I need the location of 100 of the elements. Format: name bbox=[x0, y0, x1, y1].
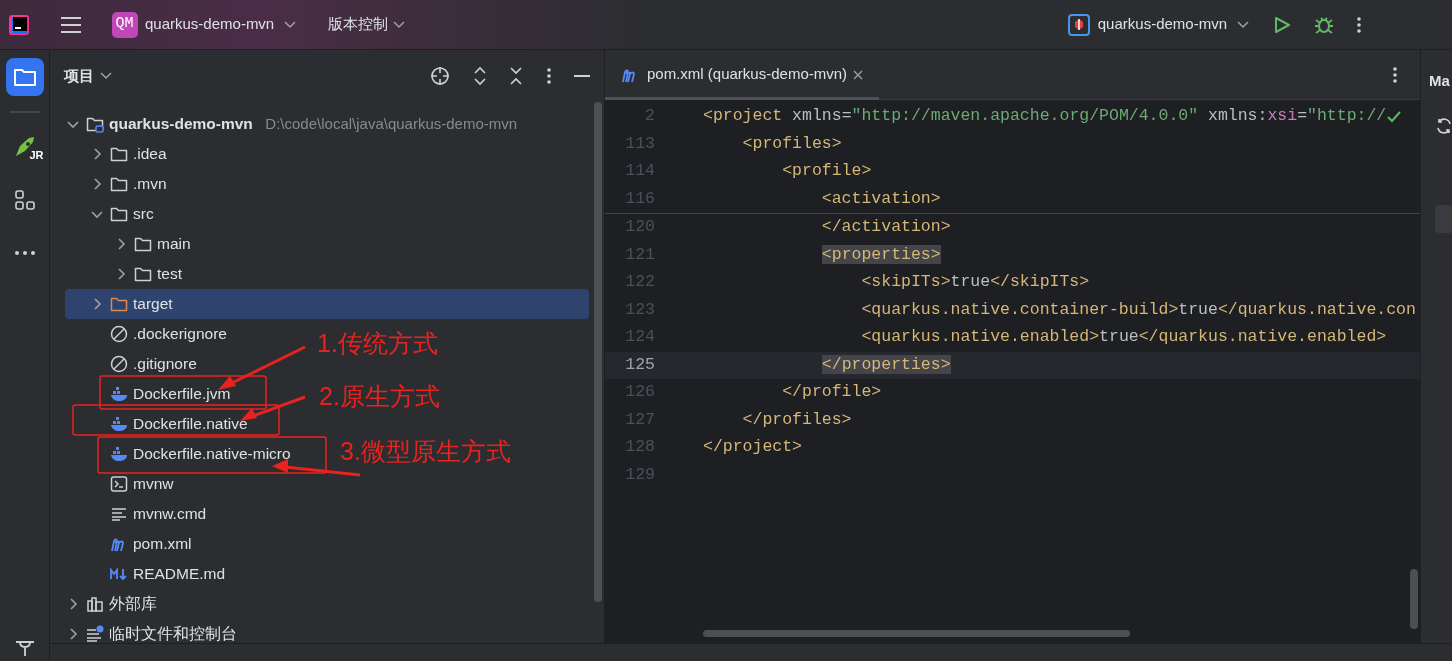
locate-button[interactable] bbox=[430, 66, 450, 86]
item-label: .dockerignore bbox=[133, 324, 227, 345]
item-label: mvnw.cmd bbox=[133, 504, 207, 525]
forbidden-icon bbox=[110, 325, 128, 343]
more-button[interactable] bbox=[1356, 15, 1362, 34]
project-tool-button[interactable] bbox=[5, 57, 44, 96]
tree-item[interactable]: target bbox=[65, 289, 589, 319]
scrollbar[interactable] bbox=[594, 102, 602, 602]
code-line: <skipITs>true</skipITs> bbox=[860, 271, 1090, 294]
chevron-right-icon[interactable] bbox=[91, 178, 103, 190]
project-selector[interactable]: QM quarkus-demo-mvn bbox=[111, 11, 298, 38]
item-label: main bbox=[157, 234, 191, 255]
chevron-right-icon[interactable] bbox=[115, 238, 127, 250]
tree-item[interactable]: test bbox=[65, 259, 182, 289]
more-icon bbox=[13, 249, 36, 256]
tree-item[interactable]: 临时文件和控制台 bbox=[65, 619, 237, 643]
run-button[interactable] bbox=[1273, 15, 1291, 34]
close-icon[interactable] bbox=[853, 69, 864, 80]
item-label: .gitignore bbox=[133, 354, 197, 375]
check-icon bbox=[1386, 109, 1403, 124]
vertical-scrollbar[interactable] bbox=[1410, 569, 1418, 629]
code-line: </project> bbox=[703, 436, 803, 459]
tree-item[interactable]: Dockerfile.jvm bbox=[65, 379, 231, 409]
menu-icon bbox=[59, 15, 82, 34]
annotation-label: 1.传统方式 bbox=[317, 331, 438, 356]
collapse-all-button[interactable] bbox=[509, 66, 523, 86]
item-label: pom.xml bbox=[133, 534, 192, 555]
tree-item[interactable]: 外部库 bbox=[65, 589, 157, 619]
hide-button[interactable] bbox=[574, 74, 590, 78]
item-label: 临时文件和控制台 bbox=[109, 624, 237, 643]
code-line: <activation> bbox=[820, 187, 941, 210]
folder-icon bbox=[134, 265, 152, 283]
more-icon bbox=[545, 67, 552, 85]
item-label: quarkus-demo-mvn bbox=[109, 114, 253, 135]
tree-item[interactable]: .dockerignore bbox=[65, 319, 227, 349]
library-icon bbox=[86, 595, 104, 613]
tree-item[interactable]: .mvn bbox=[65, 169, 167, 199]
chevron-right-icon[interactable] bbox=[91, 148, 103, 160]
code-line: <profiles> bbox=[741, 132, 842, 155]
chevron-right-icon[interactable] bbox=[67, 598, 79, 610]
play-icon bbox=[1273, 15, 1291, 34]
item-label: Dockerfile.native-micro bbox=[133, 444, 291, 465]
folder-icon bbox=[110, 295, 128, 313]
more-icon bbox=[1356, 15, 1362, 34]
chevron-right-icon[interactable] bbox=[67, 628, 79, 640]
tree-item[interactable]: Dockerfile.native bbox=[65, 409, 248, 439]
target-icon bbox=[430, 66, 450, 86]
expand-all-button[interactable] bbox=[472, 66, 487, 86]
tab-options-button[interactable] bbox=[1391, 65, 1398, 84]
tree-item[interactable]: main bbox=[65, 229, 191, 259]
tree-item[interactable]: src bbox=[65, 199, 154, 229]
rocket-label: JR bbox=[29, 148, 44, 163]
chevron-down-icon[interactable] bbox=[67, 118, 79, 130]
bug-icon bbox=[1313, 14, 1334, 35]
code-line: </profiles> bbox=[741, 408, 852, 431]
run-config-selector[interactable]: quarkus-demo-mvn bbox=[1068, 13, 1251, 36]
folder-icon bbox=[110, 145, 128, 163]
tree-item[interactable]: quarkus-demo-mvn D:\code\local\java\quarkus-demo-mvn bbox=[65, 109, 518, 139]
vcs-menu[interactable]: 版本控制 bbox=[327, 13, 408, 36]
tree-item[interactable]: pom.xml bbox=[65, 529, 192, 559]
project-view-selector[interactable]: 项目 bbox=[64, 64, 114, 88]
tree-item[interactable]: .idea bbox=[65, 139, 167, 169]
structure-icon bbox=[13, 188, 36, 211]
refresh-button[interactable] bbox=[1434, 116, 1452, 135]
expand-icon bbox=[472, 66, 487, 86]
options-button[interactable] bbox=[545, 67, 552, 85]
horizontal-scrollbar[interactable] bbox=[703, 630, 1130, 637]
jrebel-tool-button[interactable]: JR bbox=[5, 127, 44, 166]
item-label: test bbox=[157, 264, 182, 285]
item-label: 外部库 bbox=[109, 594, 157, 615]
debug-button[interactable] bbox=[1313, 14, 1334, 35]
chevron-down-icon[interactable] bbox=[91, 208, 103, 220]
forbidden-icon bbox=[110, 355, 128, 373]
tree-item[interactable]: mvnw bbox=[65, 469, 174, 499]
panel-title: Ma bbox=[1429, 71, 1450, 91]
chevron-right-icon[interactable] bbox=[91, 298, 103, 310]
minimize-icon bbox=[574, 74, 590, 78]
tree-item[interactable]: mvnw.cmd bbox=[65, 499, 207, 529]
scratches-icon bbox=[86, 625, 104, 643]
path-label: D:\code\local\java\quarkus-demo-mvn bbox=[265, 113, 518, 134]
code-line: <quarkus.native.enabled>true</quarkus.native.enabled> bbox=[860, 326, 1387, 349]
project-badge: QM bbox=[111, 11, 138, 38]
code-line: <profile> bbox=[781, 160, 872, 183]
tree-item[interactable]: Dockerfile.native-micro bbox=[65, 439, 291, 469]
folder-icon bbox=[134, 235, 152, 253]
tree-item[interactable]: README.md bbox=[65, 559, 226, 589]
folder-icon bbox=[110, 205, 128, 223]
annotation-label: 2.原生方式 bbox=[319, 384, 440, 409]
chevron-right-icon[interactable] bbox=[115, 268, 127, 280]
menu-button[interactable] bbox=[59, 15, 82, 34]
item-label: mvnw bbox=[133, 474, 174, 495]
quarkus-icon bbox=[1068, 13, 1091, 36]
folder-icon bbox=[110, 175, 128, 193]
tree-item[interactable]: .gitignore bbox=[65, 349, 197, 379]
code-line: </profile> bbox=[781, 381, 882, 404]
line-number: 125 bbox=[624, 353, 655, 376]
item-label: .mvn bbox=[133, 174, 167, 195]
item-label: Dockerfile.native bbox=[133, 414, 248, 435]
whale-icon bbox=[110, 445, 128, 463]
markdown-icon bbox=[110, 565, 128, 583]
